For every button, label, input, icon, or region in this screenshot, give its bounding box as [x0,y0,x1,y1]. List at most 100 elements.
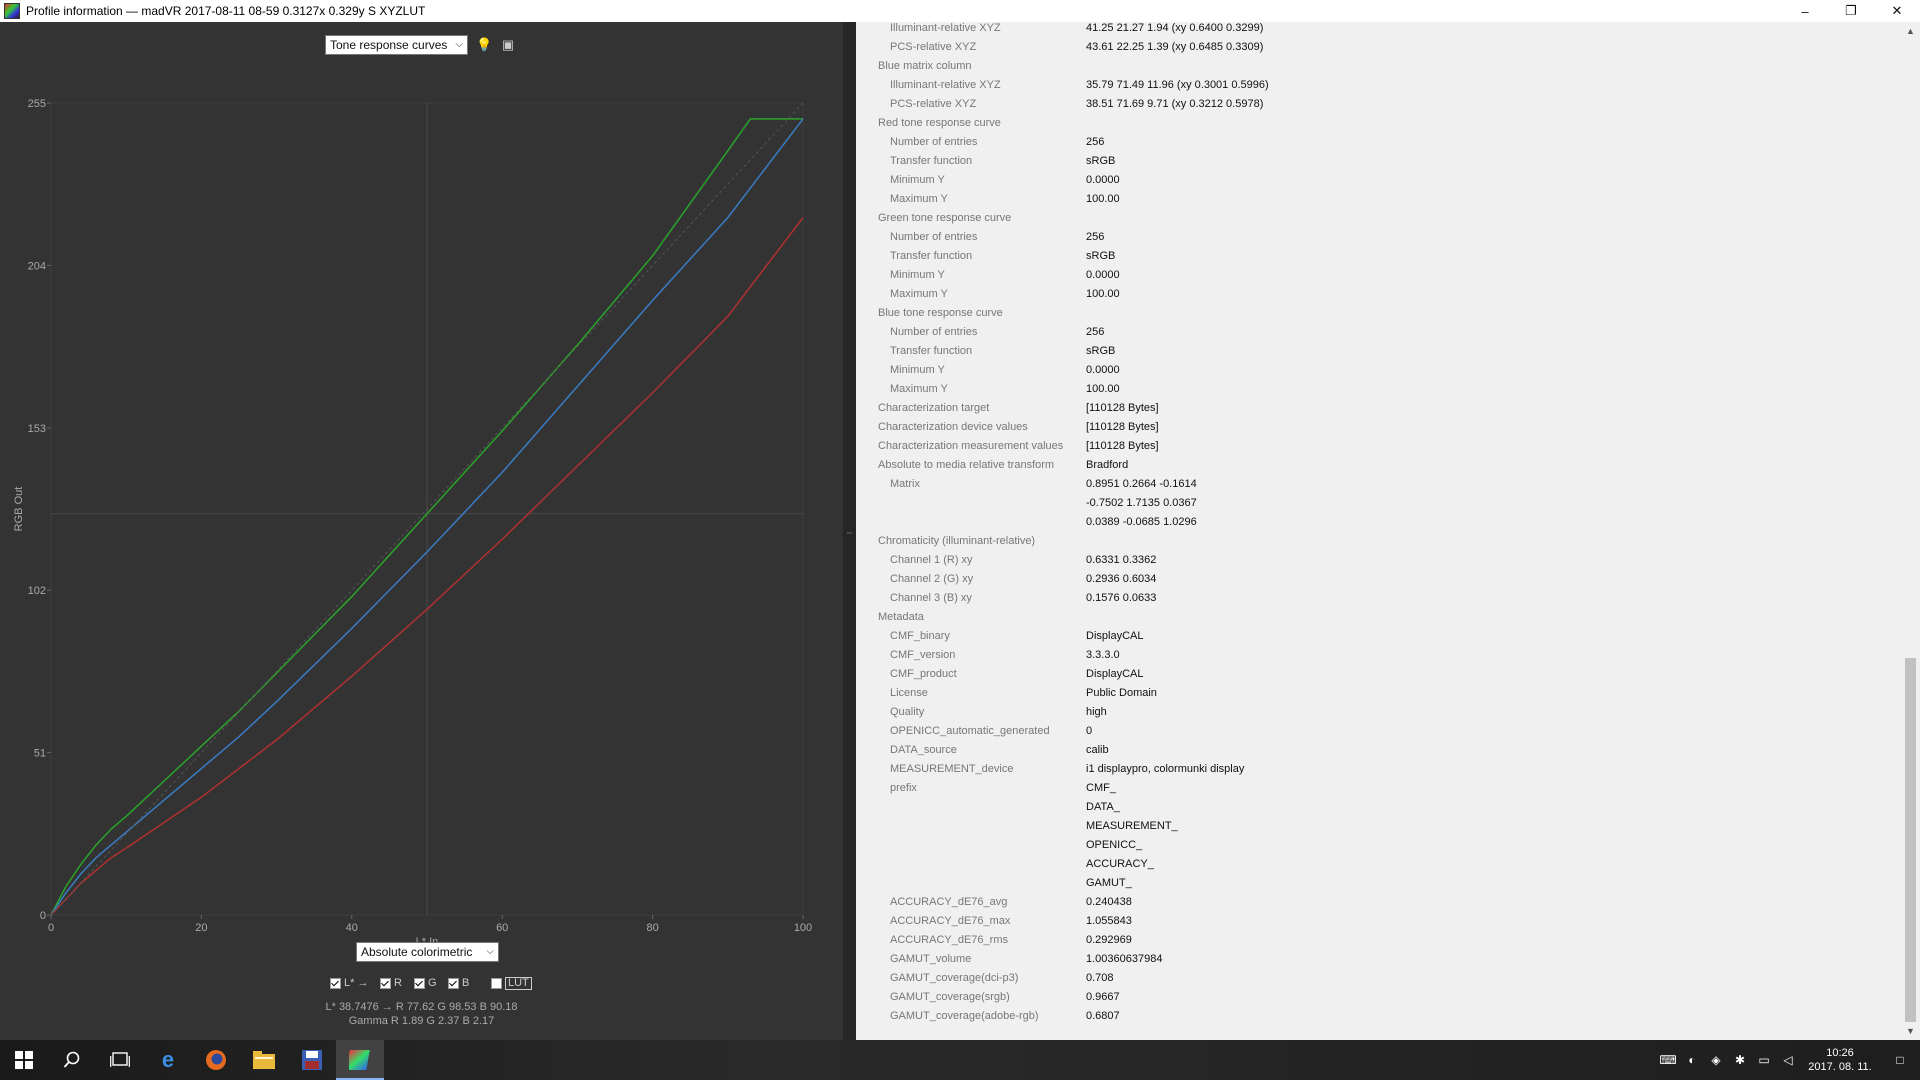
info-key: Maximum Y [890,383,948,395]
info-row: Number of entries 256 [856,228,1902,247]
info-key: CMF_version [890,649,956,661]
info-row: GAMUT_coverage(srgb) 0.9667 [856,988,1902,1007]
info-key: License [890,687,928,699]
info-row: Transfer function sRGB [856,152,1902,171]
keyboard-icon[interactable]: ⌨ [1656,1053,1680,1067]
info-value: Bradford [1086,459,1129,471]
readout-values: L* 38.7476 → R 77.62 G 98.53 B 90.18 [325,1001,518,1013]
bluetooth-icon[interactable]: ✱ [1728,1053,1752,1067]
sync-icon[interactable]: ◐ [1680,1053,1704,1067]
checkbox-label: B [462,977,470,989]
grip-icon: ⇔ [845,527,854,537]
info-value: 0.6807 [1086,1010,1120,1022]
info-key: Quality [890,706,925,718]
info-key: OPENICC_automatic_generated [890,725,1050,737]
info-key: Transfer function [890,345,973,357]
panel-splitter[interactable]: ⇔ [843,22,856,1040]
clock[interactable]: 10:26 2017. 08. 11. [1800,1046,1880,1074]
info-value: 0.8951 0.2664 -0.1614 [1086,478,1197,490]
window-title: Profile information — madVR 2017-08-11 0… [26,4,426,18]
info-row: GAMUT_volume 1.00360637984 [856,950,1902,969]
info-row: ACCURACY_dE76_max 1.055843 [856,912,1902,931]
vertical-scrollbar[interactable]: ▲ ▼ [1902,22,1920,1040]
profile-info-panel: Illuminant-relative XYZ 41.25 21.27 1.94 … [856,22,1902,1040]
info-value: Public Domain [1086,687,1157,699]
info-table: Illuminant-relative XYZ 41.25 21.27 1.94 … [856,22,1902,1026]
chevron-down-icon: ⌵ [486,946,494,957]
info-row: Metadata [856,608,1902,627]
close-button[interactable]: ✕ [1874,0,1920,22]
intent-select-value: Absolute colorimetric [361,945,473,959]
x-tick-label: 60 [496,922,508,934]
save-app-icon[interactable] [288,1040,336,1080]
info-row: Characterization measurement values [1101… [856,437,1902,456]
info-key: Characterization target [878,402,990,414]
info-key: Minimum Y [890,364,945,376]
info-key: Maximum Y [890,288,948,300]
search-icon[interactable] [48,1040,96,1080]
info-value: 43.61 22.25 1.39 (xy 0.6485 0.3309) [1086,41,1264,53]
info-key: GAMUT_coverage(srgb) [890,991,1010,1003]
tone-response-chart[interactable]: 0511021532042550 20 40 60 80 100L* InRGB Out [0,62,843,942]
checkbox-b[interactable]: B [448,977,469,989]
info-value: 0.9667 [1086,991,1120,1003]
info-row: DATA_source calib [856,741,1902,760]
firefox-icon[interactable] [192,1040,240,1080]
displaycal-icon[interactable] [336,1040,384,1080]
info-key: PCS-relative XYZ [890,41,977,53]
info-row: Illuminant-relative XYZ 41.25 21.27 1.94 … [856,22,1902,38]
info-row: Absolute to media relative transform Brad… [856,456,1902,475]
file-explorer-icon[interactable] [240,1040,288,1080]
checkbox-box[interactable] [414,977,425,989]
info-key: Blue tone response curve [878,307,1003,319]
network-icon[interactable]: ▭ [1752,1053,1776,1067]
task-view-icon[interactable] [96,1040,144,1080]
info-row: Maximum Y 100.00 [856,190,1902,209]
windows-start-icon[interactable] [0,1040,48,1080]
maximize-button[interactable]: ❐ [1828,0,1874,22]
info-row: Blue tone response curve [856,304,1902,323]
clock-date: 2017. 08. 11. [1808,1061,1872,1073]
checkbox-box[interactable] [330,977,341,989]
info-value: 100.00 [1086,193,1120,205]
checkbox-box[interactable] [380,977,391,989]
notification-icon[interactable]: □ [1880,1053,1920,1067]
info-value: CMF_ [1086,782,1116,794]
scroll-up-icon[interactable]: ▲ [1906,26,1915,36]
info-value: 1.00360637984 [1086,953,1163,965]
checkbox-lut[interactable]: LUT [491,977,532,990]
info-key: DATA_source [890,744,957,756]
edge-icon[interactable]: e [144,1040,192,1080]
checkbox-box[interactable] [448,977,459,989]
checkbox-r[interactable]: R [380,977,402,989]
checkbox-g[interactable]: G [414,977,437,989]
y-axis-label: RGB Out [13,487,25,532]
info-value: 0.0000 [1086,174,1120,186]
info-key: Number of entries [890,231,978,243]
scroll-thumb[interactable] [1905,658,1916,1022]
info-row: PCS-relative XYZ 43.61 22.25 1.39 (xy 0.6… [856,38,1902,57]
system-tray: ⌨ ◐ ◈ ✱ ▭ ◁ 10:26 2017. 08. 11. □ [1656,1040,1920,1080]
info-row: prefix CMF_ [856,779,1902,798]
checkbox-l[interactable]: L* → [330,977,368,989]
info-row: Quality high [856,703,1902,722]
info-value: high [1086,706,1107,718]
scroll-down-icon[interactable]: ▼ [1906,1026,1915,1036]
info-value: DisplayCAL [1086,668,1144,680]
app-icon [4,3,20,19]
checkbox-label: G [428,977,437,989]
info-key: Channel 2 (G) xy [890,573,974,585]
info-value: [110128 Bytes] [1086,440,1159,452]
checkbox-box[interactable] [491,978,502,989]
info-row: Characterization device values [110128 By… [856,418,1902,437]
camera-icon[interactable]: ▣ [500,37,516,53]
volume-icon[interactable]: ◁ [1776,1053,1800,1067]
security-icon[interactable]: ◈ [1704,1053,1728,1067]
info-value: 0.2936 0.6034 [1086,573,1157,585]
view-select[interactable]: Tone response curves ⌵ [325,35,468,55]
info-row: OPENICC_ [856,836,1902,855]
intent-select[interactable]: Absolute colorimetric ⌵ [356,942,499,962]
info-value: [110128 Bytes] [1086,421,1159,433]
bulb-icon[interactable]: 💡 [476,37,492,53]
minimize-button[interactable]: – [1782,0,1828,22]
